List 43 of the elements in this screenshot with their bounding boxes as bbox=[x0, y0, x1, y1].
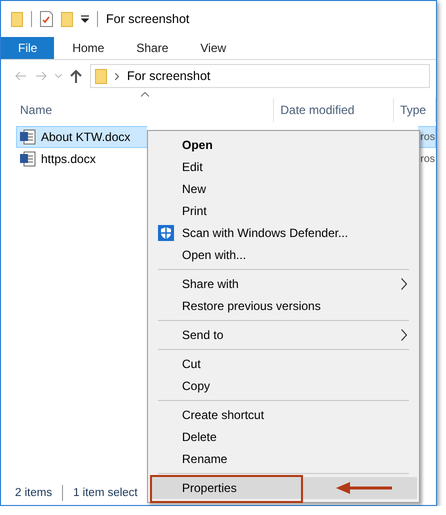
menu-item[interactable]: Send to bbox=[150, 324, 417, 346]
column-header[interactable]: Date modified bbox=[274, 98, 394, 122]
ribbon-tab[interactable]: File bbox=[1, 37, 54, 59]
menu-item[interactable]: Delete bbox=[150, 426, 417, 448]
ribbon-tab[interactable]: View bbox=[188, 37, 238, 59]
word-document-icon bbox=[20, 151, 36, 167]
up-arrow-icon[interactable] bbox=[70, 70, 82, 82]
folder-icon bbox=[61, 12, 73, 26]
menu-item[interactable]: Edit bbox=[150, 156, 417, 178]
menu-item[interactable]: Open with... bbox=[150, 244, 417, 266]
ribbon-tab[interactable]: Home bbox=[60, 37, 116, 59]
column-header[interactable]: Name bbox=[1, 98, 274, 122]
shield-icon bbox=[158, 225, 174, 241]
file-name: https.docx bbox=[41, 152, 96, 166]
checklist-icon[interactable] bbox=[40, 11, 53, 27]
file-type: ros bbox=[418, 126, 436, 148]
menu-item[interactable]: Copy bbox=[150, 375, 417, 397]
menu-item[interactable]: Cut bbox=[150, 353, 417, 375]
address-bar[interactable]: For screenshot bbox=[90, 64, 430, 88]
pointer-arrow-icon bbox=[336, 481, 392, 495]
file-type: ros bbox=[419, 152, 436, 167]
column-header[interactable]: Type bbox=[394, 98, 436, 122]
menu-item[interactable]: New bbox=[150, 178, 417, 200]
window-title: For screenshot bbox=[106, 12, 190, 26]
dropdown-icon[interactable] bbox=[81, 15, 89, 23]
menu-item[interactable]: Create shortcut bbox=[150, 404, 417, 426]
chevron-right-icon bbox=[115, 72, 119, 80]
file-row[interactable]: https.docx bbox=[16, 148, 147, 170]
menu-item[interactable]: Open bbox=[150, 134, 417, 156]
menu-item[interactable]: Print bbox=[150, 200, 417, 222]
word-document-icon bbox=[20, 129, 36, 145]
folder-icon bbox=[95, 68, 107, 84]
menu-item[interactable]: Rename bbox=[150, 448, 417, 470]
status-text: 2 items bbox=[15, 487, 52, 499]
status-text: 1 item select bbox=[73, 487, 138, 499]
ribbon-tab[interactable]: Share bbox=[124, 37, 180, 59]
folder-icon bbox=[11, 12, 23, 26]
menu-item[interactable]: Scan with Windows Defender... bbox=[150, 222, 417, 244]
menu-item[interactable]: Share with bbox=[150, 273, 417, 295]
file-name: About KTW.docx bbox=[41, 130, 130, 144]
sort-up-icon bbox=[141, 92, 149, 97]
file-row[interactable]: About KTW.docx bbox=[16, 126, 147, 148]
menu-item[interactable]: Restore previous versions bbox=[150, 295, 417, 317]
